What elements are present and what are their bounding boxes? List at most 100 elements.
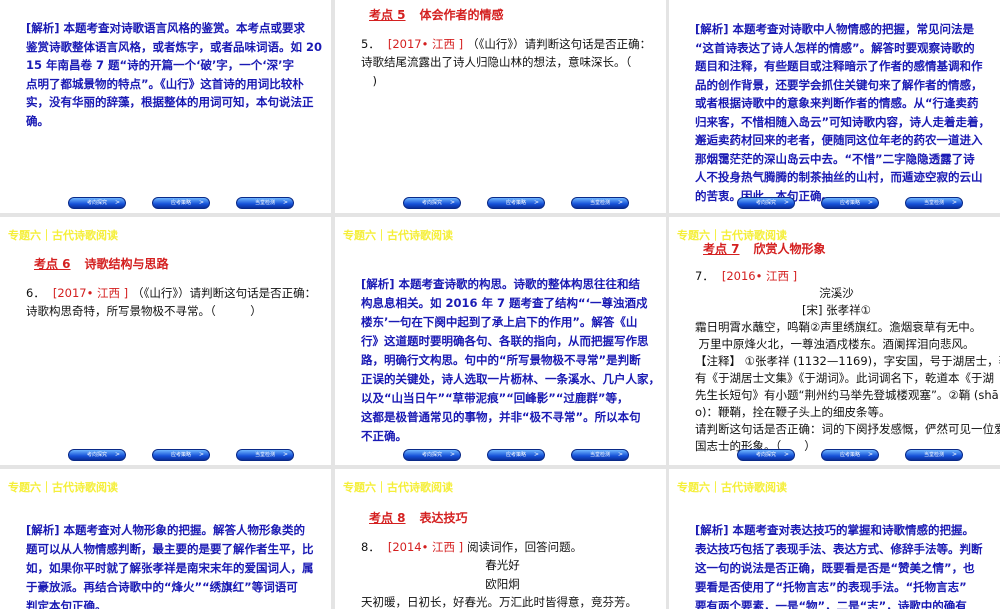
nav-button-label: 考向探究 [421, 200, 442, 206]
slide-panel[interactable]: 专题六｜古代诗歌阅读 [解析] 本题考查诗歌的构思。诗歌的整体构思往往和结 构息息相… [335, 217, 666, 465]
arrow-right-icon: > [198, 199, 204, 206]
arrow-right-icon: > [783, 451, 789, 458]
slide-panel[interactable]: 专题六｜古代诗歌阅读 [解析] 本题考查对表达技巧的掌握和诗歌情感的把握。 表达技巧… [669, 469, 1000, 609]
nav-button[interactable]: 应考策略 > [821, 449, 879, 461]
arrow-right-icon: > [783, 199, 789, 206]
slide-panel[interactable]: 专题六｜古代诗歌阅读 考点 6 诗歌结构与思路 6． [2017• 江西 ] （《山行》）… [0, 217, 331, 465]
arrow-right-icon: > [114, 451, 120, 458]
analysis-line: 如，如果你平时就了解张孝祥是南宋末年的爱国词人，属 [26, 561, 314, 575]
nav-buttons: 考向探究 > 应考策略 > 当堂检测 > [403, 197, 629, 209]
kaodian-number: 考点 5 [369, 8, 406, 22]
nav-button-label: 当堂检测 [923, 200, 944, 206]
nav-button-label: 应考策略 [839, 452, 860, 458]
analysis-line: 实，没有华丽的辞藻，根据整体的用词可知，本句说法正 [26, 95, 314, 109]
nav-button[interactable]: 应考策略 > [152, 449, 210, 461]
analysis-line: 题目和注释，有些题目或注释暗示了作者的感情基调和作 [695, 59, 983, 73]
nav-button[interactable]: 当堂检测 > [571, 449, 629, 461]
question-text: ) [361, 73, 377, 88]
arrow-right-icon: > [533, 199, 539, 206]
slide-panel[interactable]: 专题六｜古代诗歌阅读 考点 7 欣赏人物形象 7． [2016• 江西 ] 浣溪沙 [宋] … [669, 217, 1000, 465]
nav-button[interactable]: 应考策略 > [487, 449, 545, 461]
analysis-line: [解析] 本题考查对人物形象的把握。解答人物形象类的 [26, 523, 306, 537]
analysis-line: 要有两个要素，一是“物”，二是“志”，诗歌中的确有 [695, 599, 967, 609]
poem-line: 万里中原烽火北，一尊浊酒戍楼东。酒阑挥泪向悲风。 [698, 337, 975, 351]
arrow-right-icon: > [533, 451, 539, 458]
nav-button[interactable]: 考向探究 > [737, 449, 795, 461]
analysis-line: 这都是极普通常见的事物，并非“极不寻常”。所以本句 [361, 410, 641, 424]
section-header: 专题六｜古代诗歌阅读 [343, 229, 453, 242]
kaodian-number: 考点 6 [34, 257, 71, 271]
analysis-line: 鉴赏诗歌整体语言风格，或者炼字，或者品味词语。如 20 [26, 39, 323, 54]
section-header: 专题六｜古代诗歌阅读 [343, 481, 453, 494]
nav-button-label: 应考策略 [505, 452, 526, 458]
nav-button[interactable]: 当堂检测 > [571, 197, 629, 209]
note-line: 【注释】 ①张孝祥 (1132—1169)，字安国，号于湖居士，著 [695, 354, 1000, 368]
slide-panel[interactable]: 考点 5 体会作者的情感 5． [2017• 江西 ] （《山行》）请判断这句话是否正确… [335, 0, 666, 213]
analysis-line: 品的创作背景，还要学会抓住关键句来了解作者的情感， [695, 77, 983, 92]
nav-button-label: 应考策略 [839, 200, 860, 206]
note-line: 先生长短句》有小题“荆州约马举先登城楼观塞”。②鞘 (shā [695, 388, 999, 402]
arrow-right-icon: > [114, 199, 120, 206]
analysis-line: [解析] 本题考查诗歌的构思。诗歌的整体构思往往和结 [361, 277, 641, 291]
kaodian-title: 体会作者的情感 [419, 8, 504, 22]
nav-button[interactable]: 应考策略 > [487, 197, 545, 209]
nav-button-label: 应考策略 [170, 200, 191, 206]
slide-panel[interactable]: 专题六｜古代诗歌阅读 考点 8 表达技巧 8． [2014• 江西 ] 阅读词作，回答问题… [335, 469, 666, 609]
analysis-line: 正误的关键处，诗人选取一片枥林、一条溪水、几户人家， [361, 372, 660, 386]
analysis-line: 邂逅卖药材回来的老者，便随同这位年老的药农一道进入 [695, 133, 983, 147]
question-text: （《山行》）请判断这句话是否正确： [132, 285, 317, 300]
analysis-line: 点明了都城景物的特点”。《山行》这首诗的用词比较朴 [26, 76, 304, 91]
slide-panel[interactable]: [解析] 本题考查对诗歌中人物情感的把握，常见问法是 “这首诗表达了诗人怎样的情感… [669, 0, 1000, 213]
arrow-right-icon: > [951, 451, 957, 458]
slide-content: [解析] 本题考查对诗歌语言风格的鉴赏。本考点或要求 鉴赏诗歌整体语言风格，或者炼… [26, 19, 323, 130]
nav-button-label: 考向探究 [755, 200, 776, 206]
analysis-line: 表达技巧包括了表现手法、表达方式、修辞手法等。判断 [695, 542, 983, 556]
nav-button-label: 考向探究 [421, 452, 442, 458]
nav-button-label: 当堂检测 [589, 452, 610, 458]
nav-button[interactable]: 考向探究 > [68, 449, 126, 461]
slide-content: [解析] 本题考查对人物形象的把握。解答人物形象类的 题可以从人物情感判断，最主要… [26, 521, 314, 609]
analysis-line: 那烟霭茫茫的深山岛云中去。“不惜”二字隐隐透露了诗 [695, 151, 975, 166]
nav-button[interactable]: 应考策略 > [821, 197, 879, 209]
question-line: 7． [2016• 江西 ] [695, 268, 978, 285]
poem-line: 欧阳炯 [485, 576, 520, 591]
analysis-line: 于豪放派。再结合诗歌中的“烽火”“绣旗红”等词语可 [26, 580, 298, 594]
question-text: 诗歌结尾流露出了诗人归隐山林的想法，意味深长。（ [361, 55, 632, 69]
arrow-right-icon: > [617, 199, 623, 206]
nav-button-label: 考向探究 [86, 452, 107, 458]
analysis-line: [解析] 本题考查对表达技巧的掌握和诗歌情感的把握。 [695, 523, 975, 537]
nav-button[interactable]: 考向探究 > [68, 197, 126, 209]
note-line: 有《于湖居士文集》《于湖词》。此词调名下，乾道本《于湖 [695, 371, 994, 385]
slide-panel[interactable]: [解析] 本题考查对诗歌语言风格的鉴赏。本考点或要求 鉴赏诗歌整体语言风格，或者炼… [0, 0, 331, 213]
analysis-line: 构息息相关。如 2016 年 7 题考查了结构“‘一尊浊酒戍 [361, 296, 648, 310]
kaodian-title: 欣赏人物形象 [753, 242, 826, 256]
slide-content: 考点 5 体会作者的情感 5． [2017• 江西 ] （《山行》）请判断这句话是否正确… [361, 6, 651, 90]
slide-panel[interactable]: 专题六｜古代诗歌阅读 [解析] 本题考查对人物形象的把握。解答人物形象类的 题可以从… [0, 469, 331, 609]
slide-content: 考点 6 诗歌结构与思路 6． [2017• 江西 ] （《山行》）请判断这句话是否正确… [26, 255, 316, 321]
nav-button[interactable]: 考向探究 > [737, 197, 795, 209]
question-source: [2016• 江西 ] [721, 269, 798, 283]
nav-button[interactable]: 当堂检测 > [236, 449, 294, 461]
analysis-line: [解析] 本题考查对诗歌中人物情感的把握，常见问法是 [695, 22, 975, 36]
slide-content: 考点 7 欣赏人物形象 7． [2016• 江西 ] 浣溪沙 [宋] 张孝祥① 霜日明霄水蘸… [695, 241, 1000, 455]
question-number: 5． [361, 36, 380, 51]
nav-button[interactable]: 当堂检测 > [905, 197, 963, 209]
poem-line: 霜日明霄水蘸空，鸣鞘②声里绣旗红。澹烟衰草有无中。 [695, 320, 982, 334]
nav-button-label: 应考策略 [170, 452, 191, 458]
analysis-line: 题可以从人物情感判断，最主要的是要了解作者生平，比 [26, 542, 314, 556]
nav-button[interactable]: 考向探究 > [403, 197, 461, 209]
slide-content: [解析] 本题考查对表达技巧的掌握和诗歌情感的把握。 表达技巧包括了表现手法、表达… [695, 521, 983, 609]
analysis-line: “这首诗表达了诗人怎样的情感”。解答时要观察诗歌的 [695, 40, 975, 55]
nav-button[interactable]: 考向探究 > [403, 449, 461, 461]
slide-content: [解析] 本题考查诗歌的构思。诗歌的整体构思往往和结 构息息相关。如 2016 年… [361, 275, 660, 446]
kaodian-number: 考点 8 [369, 511, 406, 525]
analysis-line: 行》这道题时要明确各句、各联的指向，从而把握写作思 [361, 334, 649, 348]
nav-buttons: 考向探究 > 应考策略 > 当堂检测 > [403, 449, 629, 461]
nav-button[interactable]: 当堂检测 > [236, 197, 294, 209]
kaodian-heading: 考点 8 表达技巧 [369, 509, 644, 528]
question-text: （《山行》）请判断这句话是否正确： [467, 36, 652, 51]
nav-button[interactable]: 应考策略 > [152, 197, 210, 209]
nav-button[interactable]: 当堂检测 > [905, 449, 963, 461]
nav-button-label: 考向探究 [86, 200, 107, 206]
nav-button-label: 当堂检测 [589, 200, 610, 206]
